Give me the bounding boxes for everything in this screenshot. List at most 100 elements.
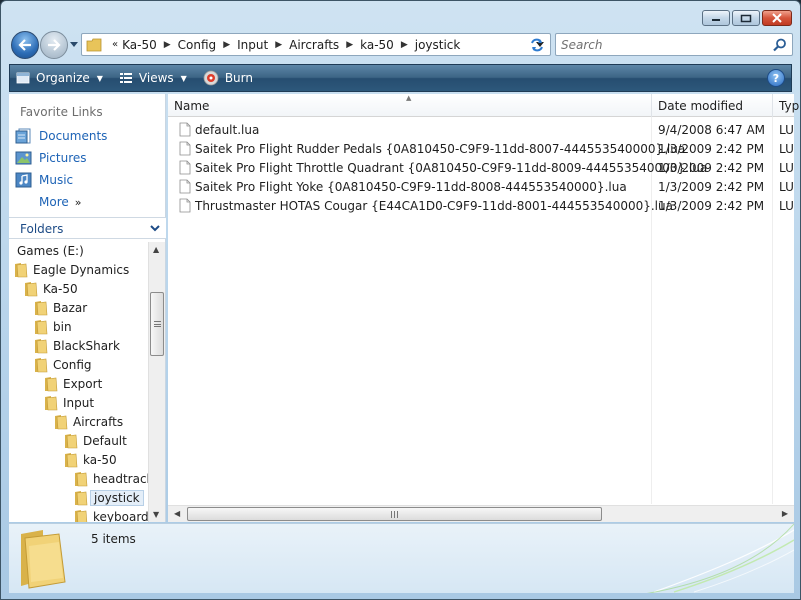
folder-tree-item[interactable]: Eagle Dynamics: [13, 261, 129, 279]
refresh-button[interactable]: [524, 33, 550, 56]
breadcrumb-separator-icon[interactable]: ▶: [346, 40, 353, 50]
folder-tree-item[interactable]: Input: [43, 394, 94, 412]
file-row[interactable]: Saitek Pro Flight Yoke {0A810450-C9F9-11…: [168, 177, 794, 196]
burn-button[interactable]: Burn: [203, 70, 253, 86]
chevron-down-icon[interactable]: [149, 222, 161, 234]
breadcrumb-separator-icon[interactable]: ▶: [164, 40, 171, 50]
recent-pages-button[interactable]: [69, 39, 79, 51]
scrollbar-thumb[interactable]: [150, 292, 164, 356]
folder-tree-item[interactable]: Ka-50: [23, 280, 78, 298]
scroll-left-icon[interactable]: ◀: [174, 509, 180, 518]
file-list: Name ▲ Date modified Typ default.lua 9/4/…: [168, 94, 799, 522]
folder-icon: [35, 320, 48, 335]
file-icon: [179, 198, 191, 213]
more-links-button[interactable]: More »: [39, 195, 81, 209]
file-date-modified: 1/3/2009 2:42 PM: [658, 142, 765, 156]
folder-tree-scrollbar[interactable]: ▲ ▼: [148, 242, 165, 522]
breadcrumb-item[interactable]: Ka-50: [122, 38, 157, 52]
folders-header[interactable]: Folders: [9, 217, 166, 239]
search-icon[interactable]: [773, 38, 787, 52]
chevron-down-icon: ▼: [96, 73, 103, 83]
folder-tree-item[interactable]: ka-50: [63, 451, 117, 469]
file-name: Thrustmaster HOTAS Cougar {E44CA1D0-C9F9…: [195, 199, 673, 213]
maximize-button[interactable]: [732, 10, 760, 26]
address-bar[interactable]: « Ka-50 ▶ Config ▶ Input ▶ Aircrafts ▶ ka-50…: [81, 33, 551, 56]
organize-button[interactable]: Organize ▼: [16, 71, 103, 85]
folder-tree-label: Ka-50: [43, 282, 78, 296]
navigation-bar: « Ka-50 ▶ Config ▶ Input ▶ Aircrafts ▶ ka-50…: [9, 31, 793, 59]
back-button[interactable]: [11, 31, 39, 59]
folder-tree-item[interactable]: Config: [33, 356, 92, 374]
folder-icon: [65, 453, 78, 468]
breadcrumb-overflow[interactable]: «: [112, 39, 118, 50]
breadcrumb-separator-icon[interactable]: ▶: [223, 40, 230, 50]
file-icon: [179, 160, 191, 175]
breadcrumb-item[interactable]: Config: [178, 38, 217, 52]
folder-tree-item[interactable]: joystick: [73, 489, 144, 507]
scroll-up-icon[interactable]: ▲: [153, 245, 159, 254]
search-input[interactable]: [556, 37, 766, 52]
favorite-link-pictures[interactable]: Pictures: [15, 150, 87, 166]
folder-tree-item[interactable]: Bazar: [33, 299, 87, 317]
file-type: LU: [779, 142, 794, 156]
breadcrumb-item[interactable]: ka-50: [360, 38, 394, 52]
favorite-link-documents[interactable]: Documents: [15, 128, 107, 144]
folder-tree-item[interactable]: bin: [33, 318, 72, 336]
forward-button[interactable]: [40, 31, 68, 59]
minimize-button[interactable]: [702, 10, 730, 26]
folder-tree-label: Aircrafts: [73, 415, 124, 429]
column-header-date-modified[interactable]: Date modified: [652, 94, 773, 117]
search-box[interactable]: [555, 33, 793, 56]
organize-label: Organize: [36, 71, 90, 85]
close-button[interactable]: [762, 10, 792, 26]
breadcrumb-separator-icon[interactable]: ▶: [275, 40, 282, 50]
folder-icon: [15, 263, 28, 278]
refresh-icon: [531, 38, 543, 51]
file-type: LU: [779, 123, 794, 137]
folder-tree-label: Eagle Dynamics: [33, 263, 130, 277]
grip-icon: [154, 321, 161, 327]
folder-icon: [86, 38, 102, 51]
folder-icon: [21, 530, 66, 589]
views-button[interactable]: Views ▼: [119, 71, 187, 85]
file-list-scrollbar[interactable]: ◀ ▶: [168, 505, 794, 522]
scroll-right-icon[interactable]: ▶: [782, 509, 788, 518]
folder-icon: [75, 491, 88, 506]
breadcrumb-item[interactable]: joystick: [415, 38, 461, 52]
scroll-down-icon[interactable]: ▼: [153, 510, 159, 519]
column-header-type[interactable]: Typ: [773, 94, 800, 117]
breadcrumb: « Ka-50 ▶ Config ▶ Input ▶ Aircrafts ▶ ka-50…: [106, 38, 460, 52]
folder-tree-label: Games (E:): [17, 244, 84, 258]
folder-tree-item[interactable]: BlackShark: [33, 337, 120, 355]
breadcrumb-item[interactable]: Input: [237, 38, 268, 52]
file-row[interactable]: default.lua 9/4/2008 6:47 AM LU: [168, 120, 794, 139]
breadcrumb-item[interactable]: Aircrafts: [289, 38, 339, 52]
file-row[interactable]: Thrustmaster HOTAS Cougar {E44CA1D0-C9F9…: [168, 196, 794, 215]
help-button[interactable]: ?: [767, 69, 785, 87]
folder-tree-item[interactable]: Games (E:): [13, 242, 84, 260]
folder-icon: [55, 415, 68, 430]
favorite-link-music[interactable]: Music: [15, 172, 73, 188]
folder-tree-item[interactable]: keyboard: [73, 508, 149, 522]
file-row[interactable]: Saitek Pro Flight Throttle Quadrant {0A8…: [168, 158, 794, 177]
maximize-icon: [740, 14, 752, 22]
arrow-right-icon: [48, 39, 61, 51]
file-type: LU: [779, 180, 794, 194]
folder-tree-item[interactable]: Default: [63, 432, 127, 450]
file-row[interactable]: Saitek Pro Flight Rudder Pedals {0A81045…: [168, 139, 794, 158]
scrollbar-thumb[interactable]: [187, 507, 602, 521]
close-icon: [772, 13, 782, 23]
file-name: Saitek Pro Flight Rudder Pedals {0A81045…: [195, 142, 686, 156]
folder-tree-item[interactable]: headtracker: [73, 470, 149, 488]
music-icon: [15, 172, 32, 188]
folder-tree-item[interactable]: Aircrafts: [53, 413, 123, 431]
views-icon: [119, 73, 132, 83]
file-icon: [179, 179, 191, 194]
breadcrumb-separator-icon[interactable]: ▶: [401, 40, 408, 50]
folder-tree-item[interactable]: Export: [43, 375, 102, 393]
chevron-down-icon: [70, 42, 78, 47]
file-icon: [179, 141, 191, 156]
folder-tree-label: keyboard: [93, 510, 149, 522]
documents-icon: [15, 128, 31, 144]
folder-tree-label: Bazar: [53, 301, 88, 315]
